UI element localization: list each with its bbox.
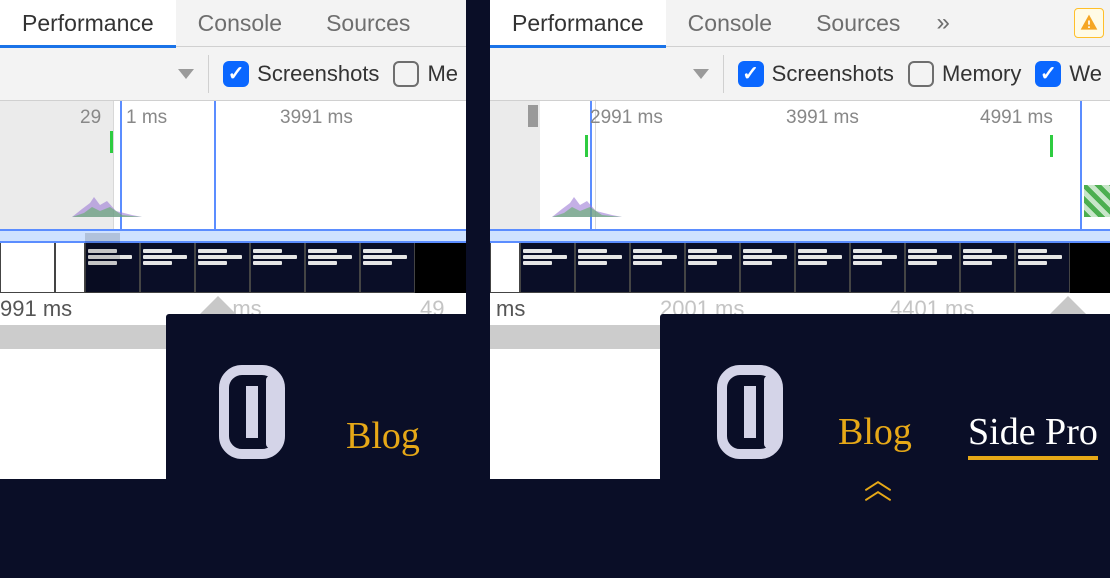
memory-checkbox[interactable]	[393, 61, 419, 87]
tab-sources[interactable]: Sources	[794, 0, 922, 47]
logo-icon	[714, 362, 794, 462]
screenshots-checkbox[interactable]	[738, 61, 764, 87]
memory-toggle[interactable]: Me	[393, 61, 458, 87]
memory-label: Me	[427, 61, 458, 87]
overview-selection[interactable]	[0, 229, 466, 243]
overview-tick: 1 ms	[126, 107, 167, 129]
overview-tick: 29	[80, 107, 101, 129]
overview-tick: 3991 ms	[786, 107, 859, 129]
overview-hatched-region	[1084, 185, 1110, 217]
memory-label: Memory	[942, 61, 1021, 87]
overview-timeline[interactable]: 29 1 ms 3991 ms	[0, 101, 466, 233]
memory-toggle[interactable]: Memory	[908, 61, 1021, 87]
chevron-more-icon[interactable]: »	[922, 9, 963, 37]
tooltip-tail	[200, 296, 236, 314]
tab-sources[interactable]: Sources	[304, 0, 432, 47]
overview-marker	[585, 135, 588, 157]
screenshot-preview-right: Blog Side Pro ︿ ︿	[660, 314, 1110, 524]
warning-icon	[1079, 13, 1099, 33]
divider	[723, 55, 724, 93]
overview-flame-icon	[552, 193, 622, 217]
overview-playhead[interactable]	[214, 101, 216, 231]
overview-tick: 3991 ms	[280, 107, 353, 129]
memory-checkbox[interactable]	[908, 61, 934, 87]
chevron-down-icon[interactable]	[178, 69, 194, 79]
web-toggle[interactable]: We	[1035, 61, 1102, 87]
toolbar: Screenshots Memory We	[490, 47, 1110, 101]
screenshots-label: Screenshots	[772, 61, 894, 87]
screenshots-toggle[interactable]: Screenshots	[738, 61, 894, 87]
tabs-bar: Performance Console Sources	[0, 0, 466, 47]
screenshots-checkbox[interactable]	[223, 61, 249, 87]
logo-icon	[216, 362, 296, 462]
screenshot-preview-left: Blog	[166, 314, 478, 524]
tabs-bar: Performance Console Sources »	[490, 0, 1110, 47]
divider	[208, 55, 209, 93]
filmstrip-dim	[85, 233, 120, 293]
tab-console[interactable]: Console	[176, 0, 304, 47]
overview-tick: 4991 ms	[980, 107, 1053, 129]
tab-performance[interactable]: Performance	[0, 0, 176, 47]
tab-console[interactable]: Console	[666, 0, 794, 47]
detail-tick: ms	[496, 296, 525, 322]
screenshots-label: Screenshots	[257, 61, 379, 87]
warning-badge[interactable]	[1074, 8, 1104, 38]
overview-marker	[1050, 135, 1053, 157]
chevron-up-icon: ︿	[864, 468, 884, 508]
chevron-down-icon[interactable]	[693, 69, 709, 79]
overview-playhead[interactable]	[1080, 101, 1082, 231]
web-label: We	[1069, 61, 1102, 87]
toolbar: Screenshots Me	[0, 47, 466, 101]
nav-link-blog[interactable]: Blog	[346, 414, 420, 458]
web-checkbox[interactable]	[1035, 61, 1061, 87]
overview-timeline[interactable]: 2991 ms 3991 ms 4991 ms	[490, 101, 1110, 233]
detail-tick: 991 ms	[0, 296, 72, 322]
overview-tick: 2991 ms	[590, 107, 663, 129]
overview-handle[interactable]	[528, 105, 538, 127]
overview-selection[interactable]	[490, 229, 1110, 243]
screenshots-toggle[interactable]: Screenshots	[223, 61, 379, 87]
tab-performance[interactable]: Performance	[490, 0, 666, 47]
nav-link-blog[interactable]: Blog	[838, 410, 912, 454]
overview-flame-icon	[72, 193, 142, 217]
nav-link-side-projects[interactable]: Side Pro	[968, 410, 1098, 460]
overview-marker	[110, 131, 113, 153]
tooltip-tail	[1050, 296, 1086, 314]
